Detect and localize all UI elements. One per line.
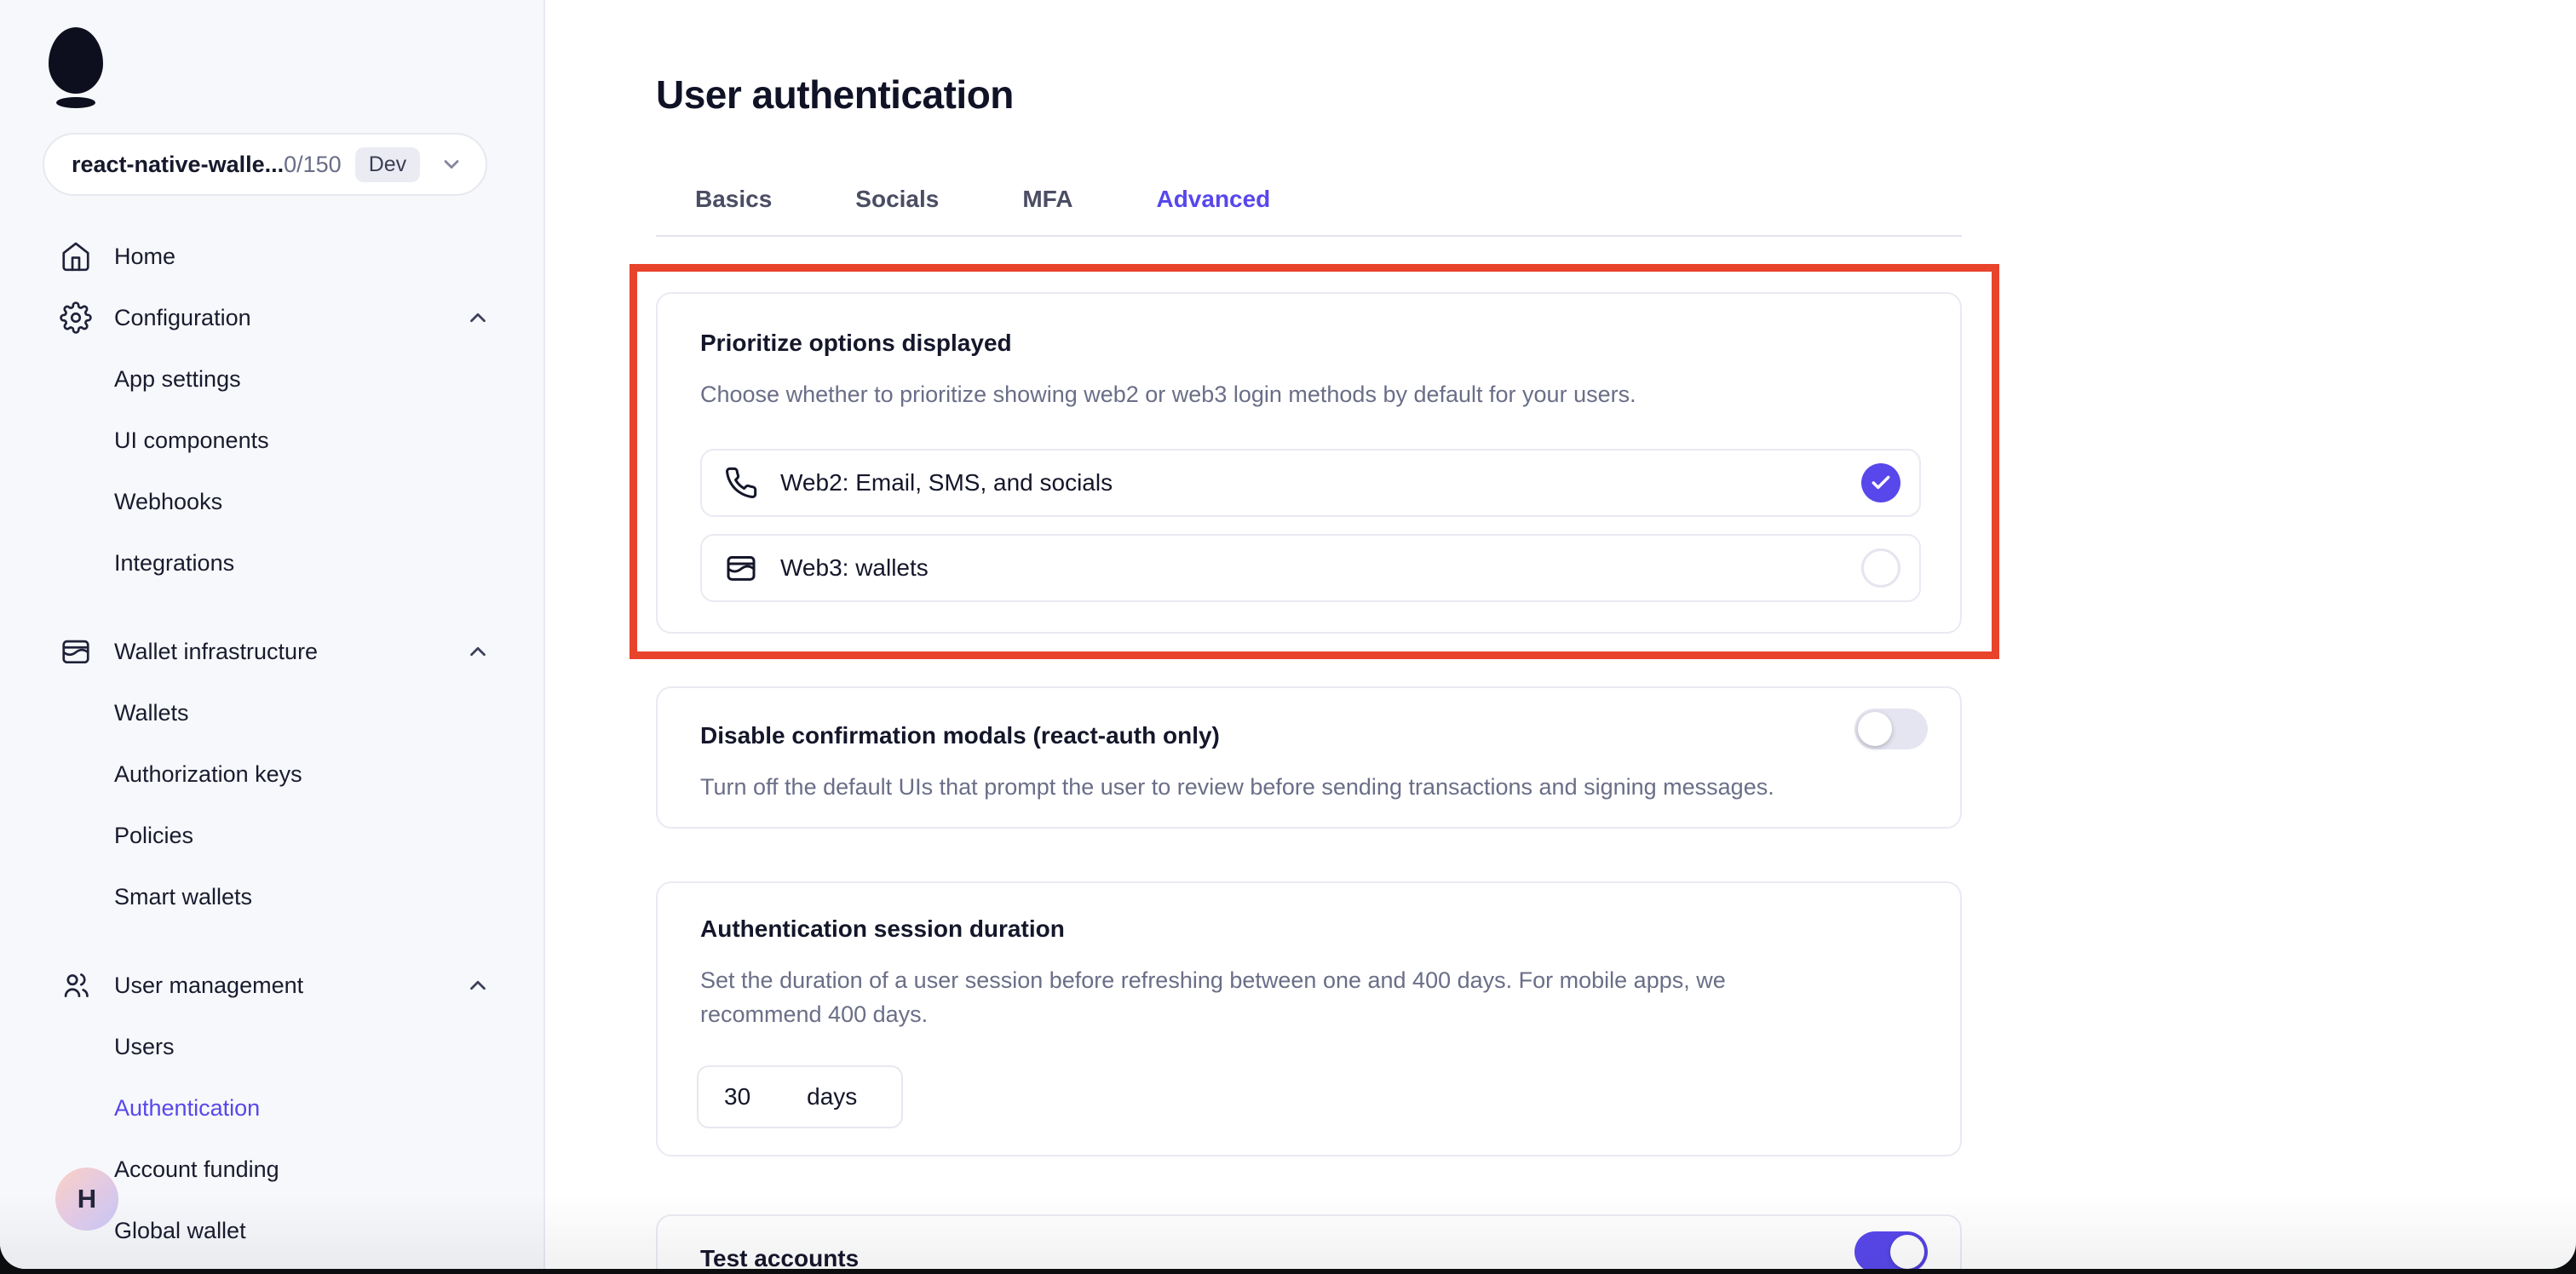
session-duration-value: 30 xyxy=(724,1083,750,1110)
sidebar-item-label: Smart wallets xyxy=(114,884,252,910)
privy-logo-icon xyxy=(49,27,105,109)
sidebar: react-native-walle... 0/150 Dev Home Con… xyxy=(0,0,545,1269)
tab-basics[interactable]: Basics xyxy=(695,186,772,213)
phone-icon xyxy=(724,466,758,500)
sidebar-item-label: Users xyxy=(114,1034,175,1060)
sidebar-item-label: Authentication xyxy=(114,1095,260,1122)
users-icon xyxy=(60,969,92,1001)
sidebar-item-label: Authorization keys xyxy=(114,761,302,788)
sidebar-item-configuration[interactable]: Configuration xyxy=(0,287,545,348)
card-description: Set the duration of a user session befor… xyxy=(700,963,1842,1031)
env-badge: Dev xyxy=(355,147,420,182)
confirmation-modals-card: Disable confirmation modals (react-auth … xyxy=(656,686,1962,829)
sidebar-item-home[interactable]: Home xyxy=(0,226,545,287)
chevron-up-icon xyxy=(465,639,491,664)
radio-selected-icon[interactable] xyxy=(1861,463,1900,502)
sidebar-item-label: App settings xyxy=(114,366,241,393)
sidebar-item-app-settings[interactable]: App settings xyxy=(0,348,545,410)
sidebar-item-ui-components[interactable]: UI components xyxy=(0,410,545,471)
card-description: Choose whether to prioritize showing web… xyxy=(700,377,1636,411)
sidebar-item-wallet-infrastructure[interactable]: Wallet infrastructure xyxy=(0,621,545,682)
sidebar-item-integrations[interactable]: Integrations xyxy=(0,532,545,594)
sidebar-item-label: Policies xyxy=(114,823,193,849)
sidebar-item-label: Configuration xyxy=(114,305,251,331)
sidebar-item-wallets[interactable]: Wallets xyxy=(0,682,545,743)
card-description: Turn off the default UIs that prompt the… xyxy=(700,770,1774,804)
sidebar-item-label: Wallets xyxy=(114,700,189,726)
tab-mfa[interactable]: MFA xyxy=(1022,186,1072,213)
card-title: Authentication session duration xyxy=(700,915,1065,943)
sidebar-nav: Home Configuration App settings UI compo… xyxy=(0,226,545,1261)
tab-bar: Basics Socials MFA Advanced xyxy=(695,186,1270,213)
sidebar-item-label: Wallet infrastructure xyxy=(114,639,318,665)
project-usage: 0/150 xyxy=(284,152,342,178)
sidebar-item-label: Home xyxy=(114,244,175,270)
session-duration-card: Authentication session duration Set the … xyxy=(656,881,1962,1156)
home-icon xyxy=(60,240,92,273)
project-name: react-native-walle... xyxy=(72,152,284,178)
app-window: react-native-walle... 0/150 Dev Home Con… xyxy=(0,0,2576,1269)
sidebar-item-authentication[interactable]: Authentication xyxy=(0,1077,545,1139)
confirmation-modals-toggle[interactable] xyxy=(1854,709,1928,749)
sidebar-item-webhooks[interactable]: Webhooks xyxy=(0,471,545,532)
project-selector[interactable]: react-native-walle... 0/150 Dev xyxy=(43,133,487,196)
sidebar-item-label: Integrations xyxy=(114,550,234,577)
chevron-up-icon xyxy=(465,973,491,998)
wallet-icon xyxy=(60,635,92,668)
sidebar-item-user-management[interactable]: User management xyxy=(0,955,545,1016)
sidebar-item-label: Webhooks xyxy=(114,489,222,515)
prioritize-options-card: Prioritize options displayed Choose whet… xyxy=(656,292,1962,634)
radio-unselected-icon[interactable] xyxy=(1861,548,1900,588)
option-web3[interactable]: Web3: wallets xyxy=(700,534,1921,602)
page-title: User authentication xyxy=(656,72,1014,118)
wallet-icon xyxy=(724,551,758,585)
sidebar-item-label: Global wallet xyxy=(114,1218,246,1244)
tab-socials[interactable]: Socials xyxy=(855,186,939,213)
sidebar-item-label: Account funding xyxy=(114,1156,279,1183)
test-accounts-card: Test accounts xyxy=(656,1214,1962,1269)
card-title: Prioritize options displayed xyxy=(700,330,1012,357)
sidebar-item-label: UI components xyxy=(114,428,269,454)
sidebar-item-users[interactable]: Users xyxy=(0,1016,545,1077)
gear-icon xyxy=(60,301,92,334)
card-title: Test accounts xyxy=(700,1245,859,1269)
session-duration-input[interactable]: 30 days xyxy=(697,1065,903,1128)
sidebar-item-authorization-keys[interactable]: Authorization keys xyxy=(0,743,545,805)
sidebar-item-smart-wallets[interactable]: Smart wallets xyxy=(0,866,545,927)
option-label: Web2: Email, SMS, and socials xyxy=(780,469,1113,496)
tabs-divider xyxy=(656,235,1962,237)
option-label: Web3: wallets xyxy=(780,554,929,582)
test-accounts-toggle[interactable] xyxy=(1854,1231,1928,1269)
sidebar-item-policies[interactable]: Policies xyxy=(0,805,545,866)
tab-advanced[interactable]: Advanced xyxy=(1156,186,1270,213)
sidebar-item-label: User management xyxy=(114,973,303,999)
option-web2[interactable]: Web2: Email, SMS, and socials xyxy=(700,449,1921,517)
chevron-up-icon xyxy=(465,305,491,330)
session-duration-unit: days xyxy=(807,1083,857,1110)
card-title: Disable confirmation modals (react-auth … xyxy=(700,722,1220,749)
user-avatar[interactable]: H xyxy=(55,1168,118,1231)
chevron-down-icon xyxy=(440,152,463,176)
avatar-letter: H xyxy=(78,1184,96,1214)
